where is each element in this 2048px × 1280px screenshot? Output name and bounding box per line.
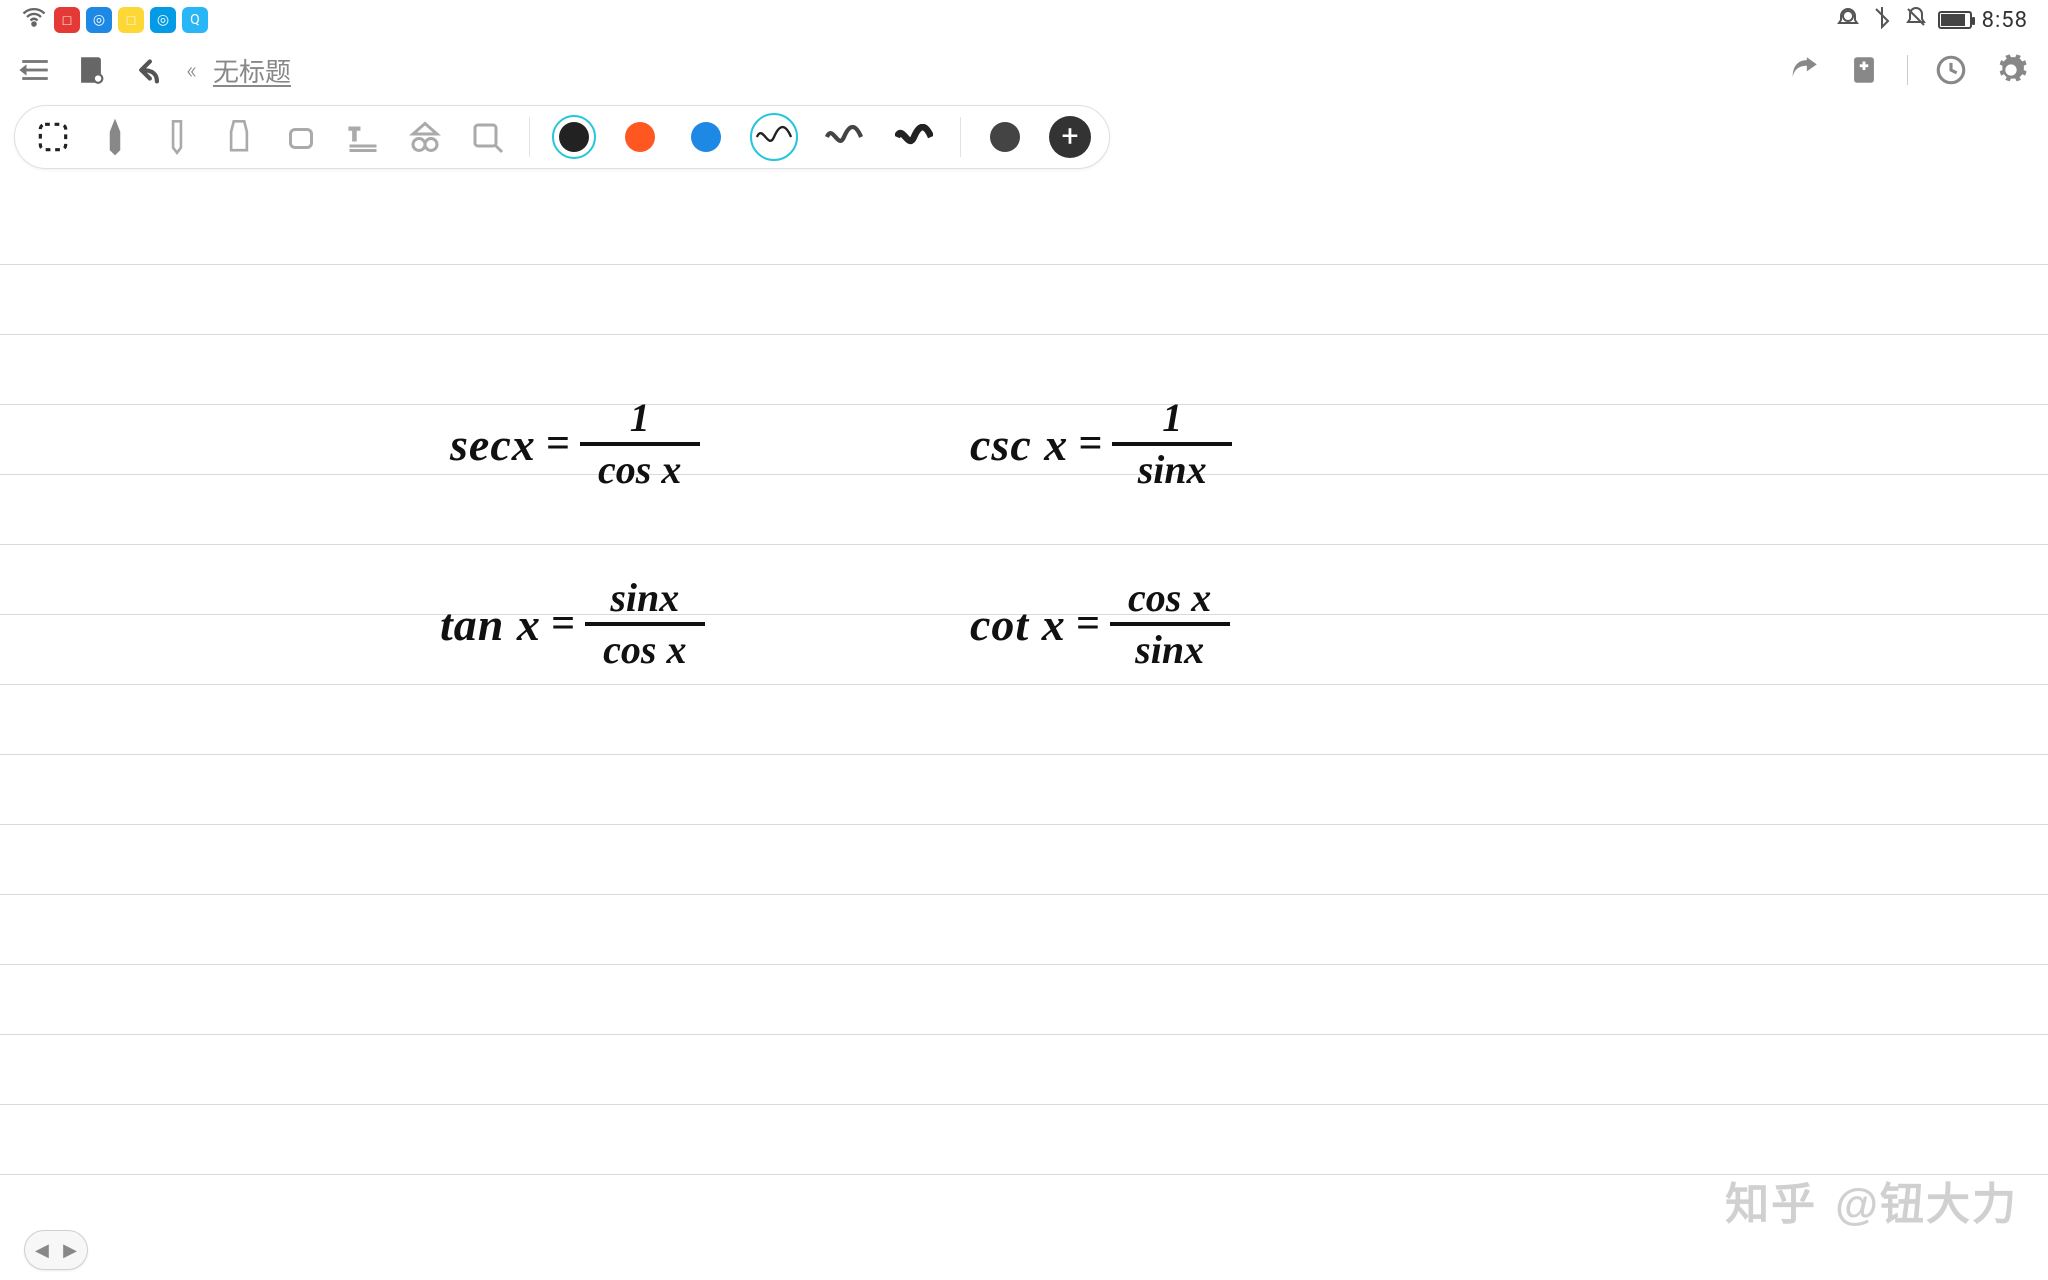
- equals-sign: =: [536, 420, 580, 468]
- alarm-icon: [1836, 5, 1860, 35]
- app-badge-3: □: [118, 7, 144, 33]
- fraction: sinx cos x: [585, 574, 705, 674]
- divider: [1907, 55, 1908, 85]
- equals-sign: =: [1066, 600, 1110, 648]
- equation-cscx: csc x = 1 sinx: [970, 394, 1232, 494]
- ruled-line: [0, 754, 2048, 755]
- denominator: cos x: [593, 626, 696, 674]
- page-flipper[interactable]: ◀ ▶: [24, 1230, 88, 1270]
- equation-secx: secx = 1 cos x: [450, 394, 700, 494]
- ruled-line: [0, 1104, 2048, 1105]
- ruled-line: [0, 264, 2048, 265]
- stroke-medium[interactable]: [820, 113, 868, 161]
- eq-lhs: cot x: [970, 598, 1066, 651]
- collapse-chevrons-icon[interactable]: «: [186, 56, 191, 84]
- color-dot-icon: [990, 122, 1020, 152]
- ruled-line: [0, 964, 2048, 965]
- fraction: 1 sinx: [1112, 394, 1232, 494]
- settings-icon[interactable]: [1994, 53, 2028, 87]
- color-blue[interactable]: [684, 115, 728, 159]
- shape-tool-icon[interactable]: [405, 115, 445, 159]
- watermark: 知乎 @钮大力: [1725, 1168, 2018, 1232]
- eq-lhs: secx: [450, 418, 536, 471]
- color-black[interactable]: [552, 115, 596, 159]
- text-tool-icon[interactable]: T: [343, 115, 383, 159]
- color-orange[interactable]: [618, 115, 662, 159]
- bluetooth-icon: [1870, 5, 1894, 35]
- ruled-line: [0, 894, 2048, 895]
- equation-tanx: tan x = sinx cos x: [440, 574, 705, 674]
- denominator: sinx: [1128, 446, 1217, 494]
- note-canvas[interactable]: secx = 1 cos x csc x = 1 sinx tan x = si…: [0, 174, 2048, 1280]
- history-icon[interactable]: [1934, 53, 1968, 87]
- denominator: cos x: [588, 446, 691, 494]
- mute-icon: [1904, 5, 1928, 35]
- ruled-line: [0, 334, 2048, 335]
- app-badge-5: Q: [182, 7, 208, 33]
- eraser-tool-icon[interactable]: [281, 115, 321, 159]
- toolbar-separator: [529, 117, 530, 157]
- numerator: sinx: [600, 574, 689, 622]
- add-tool-button[interactable]: +: [1049, 116, 1091, 158]
- toolbar-separator: [960, 117, 961, 157]
- color-dot-icon: [625, 122, 655, 152]
- ruled-line: [0, 824, 2048, 825]
- add-page-icon[interactable]: [1847, 53, 1881, 87]
- notebook-icon[interactable]: [74, 53, 108, 87]
- stroke-thin[interactable]: [750, 113, 798, 161]
- ruled-line: [0, 544, 2048, 545]
- app-badge-4: ◎: [150, 7, 176, 33]
- clock-time: 8:58: [1982, 8, 2028, 33]
- undo-icon[interactable]: [130, 53, 164, 87]
- fountain-pen-icon[interactable]: [95, 115, 135, 159]
- status-bar: □ ◎ □ ◎ Q 8:58: [0, 0, 2048, 40]
- status-right-cluster: 8:58: [1836, 5, 2028, 35]
- svg-text:T: T: [350, 126, 360, 145]
- equals-sign: =: [1068, 420, 1112, 468]
- equation-cotx: cot x = cos x sinx: [970, 574, 1230, 674]
- battery-icon: [1938, 11, 1972, 29]
- fraction: cos x sinx: [1110, 574, 1230, 674]
- fraction: 1 cos x: [580, 394, 700, 494]
- share-icon[interactable]: [1787, 53, 1821, 87]
- eq-lhs: tan x: [440, 598, 541, 651]
- eq-lhs: csc x: [970, 418, 1068, 471]
- color-dot-icon: [691, 122, 721, 152]
- next-page-icon[interactable]: ▶: [63, 1240, 77, 1261]
- highlighter-tool-icon[interactable]: [219, 115, 259, 159]
- numerator: cos x: [1118, 574, 1221, 622]
- stroke-thick[interactable]: [890, 113, 938, 161]
- extra-color[interactable]: [983, 115, 1027, 159]
- app-badge-2: ◎: [86, 7, 112, 33]
- numerator: 1: [620, 394, 660, 442]
- tool-pill: T +: [14, 105, 1110, 169]
- watermark-brand: 知乎: [1725, 1168, 1817, 1232]
- toolbar: T +: [0, 100, 2048, 174]
- marker-tool-icon[interactable]: [157, 115, 197, 159]
- document-title[interactable]: 无标题: [213, 52, 291, 89]
- wifi-icon: [20, 3, 48, 37]
- denominator: sinx: [1125, 626, 1214, 674]
- ruled-line: [0, 1034, 2048, 1035]
- title-bar: « 无标题: [0, 40, 2048, 100]
- prev-page-icon[interactable]: ◀: [35, 1240, 49, 1261]
- watermark-at: @钮大力: [1835, 1168, 2018, 1232]
- numerator: 1: [1152, 394, 1192, 442]
- equals-sign: =: [541, 600, 585, 648]
- status-left-cluster: □ ◎ □ ◎ Q: [20, 3, 208, 37]
- select-tool-icon[interactable]: [467, 115, 507, 159]
- ruled-line: [0, 684, 2048, 685]
- app-badge-1: □: [54, 7, 80, 33]
- lasso-tool-icon[interactable]: [33, 115, 73, 159]
- outline-toggle-icon[interactable]: [18, 53, 52, 87]
- color-dot-icon: [559, 122, 589, 152]
